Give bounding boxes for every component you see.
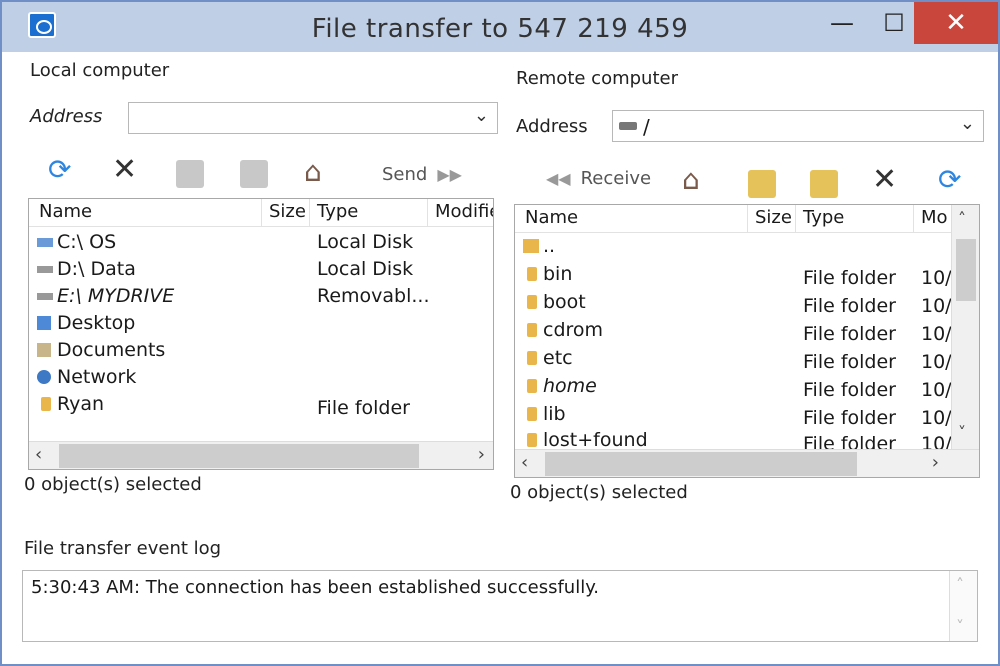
folder-icon — [527, 433, 537, 447]
local-address-label: Address — [30, 106, 103, 127]
chevron-down-icon[interactable]: ⌄ — [474, 105, 489, 126]
title-bar[interactable]: File transfer to 547 219 459 — ☐ ✕ — [2, 2, 998, 52]
remote-col-name[interactable]: Name — [525, 207, 578, 228]
local-horizontal-scrollbar[interactable]: ‹ › — [29, 441, 493, 469]
list-item[interactable]: D:\ Data Local Disk — [29, 256, 493, 283]
receive-arrow-icon: ◀◀ — [546, 169, 571, 188]
list-item[interactable]: Network — [29, 364, 493, 391]
scroll-thumb[interactable] — [956, 239, 976, 301]
remote-new-folder-icon[interactable] — [810, 170, 838, 198]
documents-icon — [37, 343, 51, 357]
receive-label: Receive — [580, 168, 652, 189]
remote-home-icon[interactable]: ⌂ — [682, 166, 710, 194]
local-list-header: Name Size Type Modifie — [29, 199, 493, 227]
list-item[interactable]: E:\ MYDRIVE Removabl... — [29, 283, 493, 310]
close-button[interactable]: ✕ — [914, 2, 998, 44]
list-item[interactable]: home File folder 10/ — [515, 373, 953, 401]
local-computer-heading: Local computer — [30, 60, 170, 81]
drive-icon — [37, 238, 53, 247]
local-refresh-icon[interactable]: ⟳ — [48, 156, 76, 184]
local-col-type[interactable]: Type — [317, 201, 358, 222]
local-status: 0 object(s) selected — [24, 474, 202, 495]
scroll-down-icon[interactable]: ˅ — [958, 423, 966, 442]
scroll-left-icon[interactable]: ‹ — [521, 452, 528, 473]
list-item[interactable]: .. — [515, 233, 953, 260]
list-item[interactable]: C:\ OS Local Disk — [29, 229, 493, 256]
folder-icon — [527, 295, 537, 309]
remote-refresh-icon[interactable]: ⟳ — [938, 166, 966, 194]
remote-address-input[interactable]: / ⌄ — [612, 110, 984, 142]
list-item[interactable]: bin File folder 10/ — [515, 261, 953, 289]
folder-icon — [527, 351, 537, 365]
scroll-right-icon[interactable]: › — [932, 452, 939, 473]
scroll-thumb[interactable] — [545, 452, 857, 476]
scroll-down-icon[interactable]: ˅ — [956, 617, 964, 636]
local-col-modified[interactable]: Modifie — [435, 201, 493, 222]
list-item[interactable]: Ryan File folder — [29, 391, 493, 419]
local-new-folder-icon[interactable] — [176, 160, 204, 188]
receive-button[interactable]: ◀◀ Receive — [546, 168, 651, 189]
scroll-left-icon[interactable]: ‹ — [35, 444, 42, 465]
local-rename-icon[interactable] — [240, 160, 268, 188]
local-address-input[interactable]: ⌄ — [128, 102, 498, 134]
local-home-icon[interactable]: ⌂ — [304, 158, 332, 186]
folder-icon — [527, 267, 537, 281]
event-log[interactable]: 5:30:43 AM: The connection has been esta… — [22, 570, 978, 642]
remote-delete-icon[interactable]: ✕ — [872, 165, 900, 195]
file-transfer-window: File transfer to 547 219 459 — ☐ ✕ Local… — [0, 0, 1000, 666]
list-item[interactable]: Desktop — [29, 310, 493, 337]
remote-col-size[interactable]: Size — [755, 207, 792, 228]
remote-address-label: Address — [516, 116, 588, 137]
list-item[interactable]: Documents — [29, 337, 493, 364]
drive-icon — [37, 266, 53, 273]
log-vertical-scrollbar[interactable]: ˄ ˅ — [949, 571, 977, 641]
send-arrow-icon: ▶▶ — [437, 165, 462, 184]
scroll-up-icon[interactable]: ˄ — [956, 575, 964, 594]
local-delete-icon[interactable]: ✕ — [112, 155, 140, 185]
folder-icon — [41, 397, 51, 411]
drive-icon — [619, 122, 637, 130]
folder-icon — [527, 407, 537, 421]
remote-horizontal-scrollbar[interactable]: ‹ › — [515, 449, 979, 477]
remote-address-value: / — [643, 115, 650, 139]
send-label: Send — [382, 164, 428, 185]
local-col-size[interactable]: Size — [269, 201, 306, 222]
event-log-label: File transfer event log — [24, 538, 222, 559]
send-button[interactable]: Send ▶▶ — [382, 164, 462, 185]
folder-icon — [527, 379, 537, 393]
list-item[interactable]: lost+found File folder 10/ — [515, 427, 953, 449]
remote-col-type[interactable]: Type — [803, 207, 844, 228]
folder-icon — [527, 323, 537, 337]
remote-col-modified[interactable]: Mo — [921, 207, 948, 228]
scroll-right-icon[interactable]: › — [478, 444, 485, 465]
scroll-thumb[interactable] — [59, 444, 419, 468]
desktop-icon — [37, 316, 51, 330]
remote-rename-icon[interactable] — [748, 170, 776, 198]
remote-file-list[interactable]: Name Size Type Mo .. bin File folder 10/ b… — [514, 204, 980, 478]
log-entry: 5:30:43 AM: The connection has been esta… — [31, 577, 600, 598]
remote-computer-heading: Remote computer — [516, 68, 678, 89]
list-item[interactable]: etc File folder 10/ — [515, 345, 953, 373]
remote-list-header: Name Size Type Mo — [515, 205, 953, 233]
scroll-up-icon[interactable]: ˄ — [958, 209, 966, 228]
local-file-list[interactable]: Name Size Type Modifie C:\ OS Local Disk … — [28, 198, 494, 470]
list-item[interactable]: lib File folder 10/ — [515, 401, 953, 429]
chevron-down-icon[interactable]: ⌄ — [960, 113, 975, 134]
remote-status: 0 object(s) selected — [510, 482, 688, 503]
local-col-name[interactable]: Name — [39, 201, 92, 222]
parent-folder-icon — [523, 239, 539, 253]
remote-vertical-scrollbar[interactable]: ˄ ˅ — [951, 205, 979, 449]
list-item[interactable]: boot File folder 10/ — [515, 289, 953, 317]
network-icon — [37, 370, 51, 384]
list-item[interactable]: cdrom File folder 10/ — [515, 317, 953, 345]
removable-drive-icon — [37, 293, 53, 300]
